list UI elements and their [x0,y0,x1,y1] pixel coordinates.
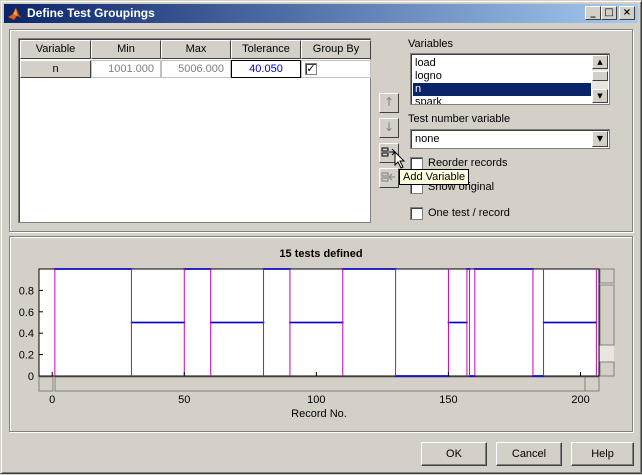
y-tick-label: 0.2 [19,350,34,362]
help-button[interactable]: Help [571,442,634,466]
chart-vscroll-thumb [599,284,615,346]
y-tick-label: 0.8 [19,285,34,297]
x-tick-label: 200 [571,394,589,406]
chart-hscroll-thumb [54,376,586,392]
test-groupings-chart: 0 0.2 0.4 0.6 0.8 0 50 100 150 200 Record No. [19,268,615,420]
x-tick-label: 150 [439,394,457,406]
y-tick-label: 0 [28,371,34,383]
chart-vscroll-down [599,361,615,377]
y-tick-label: 0.6 [19,307,34,319]
chart-hscroll-left [38,376,54,392]
chart-vscroll-up [599,268,615,284]
chart-hscroll-right [584,376,600,392]
x-tick-label: 100 [307,394,325,406]
dialog-window: Define Test Groupings _ □ × Variable Min… [0,0,642,474]
x-tick-label: 50 [178,394,190,406]
cancel-button[interactable]: Cancel [496,442,562,466]
x-tick-label: 0 [49,394,55,406]
ok-button[interactable]: OK [421,442,487,466]
x-axis-label: Record No. [291,408,347,420]
y-tick-label: 0.4 [19,328,34,340]
